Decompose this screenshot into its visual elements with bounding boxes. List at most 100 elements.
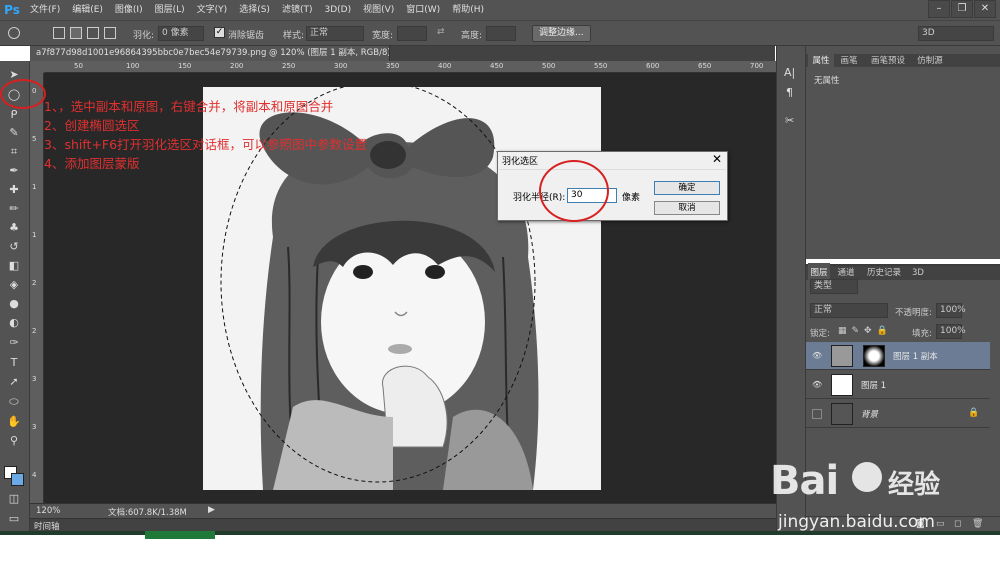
ruler-tick: 300 xyxy=(334,62,348,70)
layer-row-layer1[interactable]: 👁 图层 1 xyxy=(806,371,990,399)
ok-button[interactable]: 确定 xyxy=(654,181,720,195)
lasso-tool-icon[interactable]: ᑭ xyxy=(5,107,23,123)
pen-tool-icon[interactable]: ✑ xyxy=(5,335,23,351)
style-label: 样式: xyxy=(283,31,305,41)
cancel-button[interactable]: 取消 xyxy=(654,201,720,215)
menu-edit[interactable]: 编辑(E) xyxy=(66,0,109,20)
dialog-body: 羽化半径(R): 30 像素 确定 取消 xyxy=(499,169,726,219)
subtract-selection-icon[interactable] xyxy=(87,27,99,39)
opacity-label: 不透明度: xyxy=(895,308,932,318)
ruler-tick: 3 xyxy=(32,423,37,431)
menu-filter[interactable]: 滤镜(T) xyxy=(276,0,319,20)
ruler-tick: 250 xyxy=(282,62,296,70)
highlight-circle-radius xyxy=(539,160,609,222)
layer-filter-select[interactable]: 类型 xyxy=(810,279,858,294)
tab-brush-presets[interactable]: 画笔预设 xyxy=(866,51,910,71)
screen-mode-icon[interactable]: ▭ xyxy=(5,511,23,527)
layer-name[interactable]: 图层 1 xyxy=(861,379,886,391)
tool-presets-icon[interactable]: ✂ xyxy=(785,114,794,127)
intersect-selection-icon[interactable] xyxy=(104,27,116,39)
swap-icon[interactable]: ⇄ xyxy=(437,27,445,37)
ellipse-marquee-icon[interactable] xyxy=(8,27,20,39)
new-selection-icon[interactable] xyxy=(53,27,65,39)
history-brush-icon[interactable]: ↺ xyxy=(5,239,23,255)
zoom-tool-icon[interactable]: ⚲ xyxy=(5,433,23,449)
layer-name[interactable]: 图层 1 副本 xyxy=(893,350,938,362)
close-window-button[interactable]: ✕ xyxy=(974,0,996,18)
quick-select-tool-icon[interactable]: ✎ xyxy=(5,125,23,141)
menu-3d[interactable]: 3D(D) xyxy=(318,0,357,20)
healing-brush-icon[interactable]: ✚ xyxy=(5,182,23,198)
paw-icon xyxy=(852,462,882,492)
dialog-close-icon[interactable]: ✕ xyxy=(712,152,722,166)
menu-view[interactable]: 视图(V) xyxy=(357,0,400,20)
maximize-button[interactable]: ❐ xyxy=(951,0,973,18)
blur-tool-icon[interactable]: ● xyxy=(5,296,23,312)
menu-file[interactable]: 文件(F) xyxy=(24,0,66,20)
eraser-tool-icon[interactable]: ◧ xyxy=(5,258,23,274)
tab-clone-source[interactable]: 仿制源 xyxy=(912,51,948,71)
zoom-level[interactable]: 120% xyxy=(36,506,60,516)
status-menu-icon[interactable]: ▶ xyxy=(208,505,215,515)
opacity-input[interactable]: 100% xyxy=(936,303,966,318)
tab-history[interactable]: 历史记录 xyxy=(862,263,906,283)
feather-selection-dialog: 羽化选区 ✕ 羽化半径(R): 30 像素 确定 取消 xyxy=(497,151,728,221)
menu-select[interactable]: 选择(S) xyxy=(233,0,276,20)
refine-edge-button[interactable]: 调整边缘... xyxy=(532,25,591,42)
paint-bucket-icon[interactable]: ◈ xyxy=(5,277,23,293)
path-select-icon[interactable]: ➚ xyxy=(5,374,23,390)
ruler-tick: 450 xyxy=(490,62,504,70)
dodge-tool-icon[interactable]: ◐ xyxy=(5,315,23,331)
tools-panel: ➤ ◯ ᑭ ✎ ⌗ ✒ ✚ ✏ ♣ ↺ ◧ ◈ ● ◐ ✑ T ➚ ⬭ ✋ ⚲ … xyxy=(0,61,30,531)
width-label: 宽度: xyxy=(372,31,394,41)
width-input[interactable] xyxy=(397,26,427,41)
clone-stamp-icon[interactable]: ♣ xyxy=(5,220,23,236)
eyedropper-tool-icon[interactable]: ✒ xyxy=(5,163,23,179)
feather-input[interactable]: 0 像素 xyxy=(158,26,204,41)
crop-tool-icon[interactable]: ⌗ xyxy=(5,144,23,160)
minimize-button[interactable]: – xyxy=(928,0,950,18)
visibility-eye-icon[interactable] xyxy=(812,409,822,419)
ruler-tick: 100 xyxy=(126,62,140,70)
add-selection-icon[interactable] xyxy=(70,27,82,39)
menu-image[interactable]: 图像(I) xyxy=(109,0,149,20)
hand-tool-icon[interactable]: ✋ xyxy=(5,414,23,430)
options-bar: 羽化: 0 像素 ✓ 消除锯齿 样式: 正常 宽度: ⇄ 高度: 调整边缘...… xyxy=(0,20,1000,46)
tutorial-annotation: 1、，选中副本和原图，右键合并，将副本和原图合并 2、创建椭圆选区 3、shif… xyxy=(44,97,367,173)
style-select[interactable]: 正常 xyxy=(306,26,364,41)
ruler-tick: 600 xyxy=(646,62,660,70)
ruler-tick: 5 xyxy=(32,135,37,143)
layer-thumbnail xyxy=(831,374,853,396)
brush-tool-icon[interactable]: ✏ xyxy=(5,201,23,217)
blend-mode-select[interactable]: 正常 xyxy=(810,303,888,318)
lock-label: 锁定: xyxy=(810,329,830,339)
menu-type[interactable]: 文字(Y) xyxy=(191,0,234,20)
type-tool-icon[interactable]: T xyxy=(5,355,23,371)
document-tab[interactable]: a7f877d98d1001e96864395bbc0e7bec54e79739… xyxy=(30,46,390,61)
lock-icons[interactable]: ▦✎✥🔒 xyxy=(838,326,893,336)
visibility-eye-icon[interactable]: 👁 xyxy=(812,351,822,361)
background-color-swatch[interactable] xyxy=(11,473,24,486)
highlight-circle-marquee xyxy=(0,79,46,109)
layer-mask-thumbnail[interactable] xyxy=(863,345,885,367)
menu-window[interactable]: 窗口(W) xyxy=(400,0,446,20)
layer-row-copy[interactable]: 👁 图层 1 副本 xyxy=(806,342,990,370)
paragraph-panel-icon[interactable]: ¶ xyxy=(786,86,793,99)
antialias-checkbox[interactable]: ✓ xyxy=(214,27,225,38)
menu-help[interactable]: 帮助(H) xyxy=(446,0,490,20)
height-input[interactable] xyxy=(486,26,516,41)
tab-brush[interactable]: 画笔 xyxy=(836,51,862,71)
ruler-tick: 2 xyxy=(32,279,37,287)
layer-name[interactable]: 背景 xyxy=(861,408,878,420)
tab-properties[interactable]: 属性 xyxy=(808,51,834,71)
fill-input[interactable]: 100% xyxy=(936,324,966,339)
workspace-select[interactable]: 3D xyxy=(918,26,994,41)
quick-mask-icon[interactable]: ◫ xyxy=(5,491,23,507)
visibility-eye-icon[interactable]: 👁 xyxy=(812,380,822,390)
tab-3d[interactable]: 3D xyxy=(910,263,926,283)
ruler-tick: 650 xyxy=(698,62,712,70)
ellipse-shape-icon[interactable]: ⬭ xyxy=(5,394,23,410)
layer-row-background[interactable]: 背景 🔒 xyxy=(806,400,990,428)
menu-layer[interactable]: 图层(L) xyxy=(149,0,191,20)
character-panel-icon[interactable]: A| xyxy=(784,66,795,79)
